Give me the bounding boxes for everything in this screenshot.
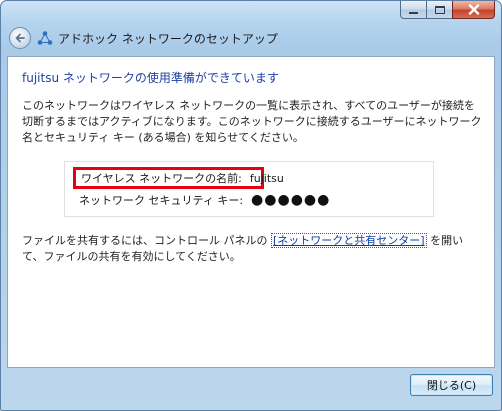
maximize-icon bbox=[434, 5, 445, 14]
security-key-row: ネットワーク セキュリティ キー: ●●●●●● bbox=[79, 192, 330, 208]
window-close-button[interactable] bbox=[452, 1, 495, 19]
content-panel: fujitsu ネットワークの使用準備ができています このネットワークはワイヤレ… bbox=[7, 56, 495, 368]
nav-row: アドホック ネットワークのセットアップ bbox=[9, 26, 278, 50]
network-sharing-center-link[interactable]: [ネットワークと共有センター] bbox=[271, 233, 427, 248]
maximize-button[interactable] bbox=[426, 1, 452, 19]
setup-window: アドホック ネットワークのセットアップ fujitsu ネットワークの使用準備が… bbox=[0, 0, 502, 411]
close-icon bbox=[468, 4, 479, 15]
page-heading: fujitsu ネットワークの使用準備ができています bbox=[22, 71, 279, 85]
share-text-before: ファイルを共有するには、コントロール パネルの bbox=[22, 234, 268, 247]
window-title: アドホック ネットワークのセットアップ bbox=[58, 31, 278, 46]
back-button[interactable] bbox=[9, 27, 31, 49]
network-info-box: ワイヤレス ネットワークの名前: fujitsu ネットワーク セキュリティ キ… bbox=[64, 161, 434, 217]
security-key-value: ●●●●●● bbox=[251, 192, 331, 208]
minimize-button[interactable] bbox=[400, 1, 426, 19]
back-arrow-icon bbox=[15, 33, 25, 43]
security-key-label: ネットワーク セキュリティ キー: bbox=[79, 194, 244, 207]
description-text: このネットワークはワイヤレス ネットワークの一覧に表示され、すべてのユーザーが接… bbox=[22, 99, 482, 144]
network-icon bbox=[37, 31, 53, 45]
network-name-value: fujitsu bbox=[249, 171, 284, 185]
share-instructions: ファイルを共有するには、コントロール パネルの [ネットワークと共有センター] … bbox=[22, 233, 484, 265]
network-name-label: ワイヤレス ネットワークの名前: bbox=[81, 172, 242, 185]
caption-buttons bbox=[400, 1, 495, 20]
network-name-highlight: ワイヤレス ネットワークの名前: fujitsu bbox=[73, 167, 284, 189]
close-button[interactable]: 閉じる(C) bbox=[410, 374, 493, 396]
minimize-icon bbox=[409, 11, 418, 14]
